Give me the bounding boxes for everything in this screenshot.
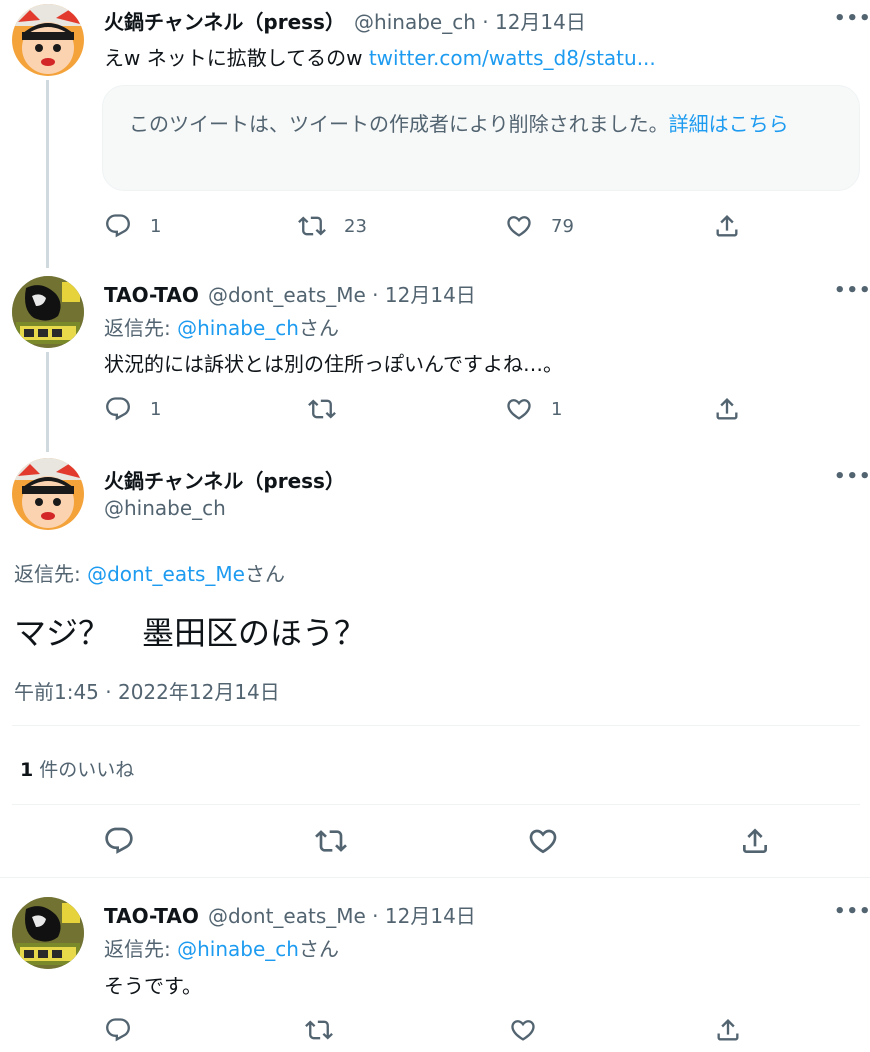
reply-prefix: 返信先:	[104, 937, 178, 961]
share-icon	[713, 395, 741, 423]
like-icon	[505, 212, 533, 240]
more-icon[interactable]: •••	[834, 466, 870, 487]
more-icon[interactable]: •••	[834, 901, 870, 922]
likes-label: 件のいいね	[39, 759, 135, 781]
reply-suffix: さん	[244, 562, 285, 586]
reply-button[interactable]	[103, 825, 135, 857]
reply-to-link[interactable]: @hinabe_ch	[177, 937, 299, 961]
like-icon	[527, 825, 559, 857]
user-handle[interactable]: @hinabe_ch	[104, 496, 226, 520]
quoted-tweet[interactable]: このツイートは、ツイートの作成者により削除されました。詳細はこちら	[102, 85, 860, 191]
reply-to: 返信先: @hinabe_chさん	[104, 312, 339, 341]
tweet-header: TAO-TAO @dont_eats_Me · 12月14日	[104, 279, 476, 308]
reply-button[interactable]: 1	[104, 395, 161, 423]
tweet-date[interactable]: 12月14日	[495, 10, 586, 34]
likes-summary[interactable]: 1 件のいいね	[20, 755, 134, 782]
divider	[0, 877, 870, 878]
tweet-timestamp[interactable]: 午前1:45 · 2022年12月14日	[14, 676, 280, 705]
more-icon[interactable]: •••	[834, 280, 870, 301]
like-icon	[509, 1016, 537, 1044]
more-icon[interactable]: •••	[834, 8, 870, 29]
reply-icon	[103, 825, 135, 857]
tweet-text: そうです。	[104, 974, 202, 998]
display-name[interactable]: 火鍋チャンネル（press）	[104, 465, 345, 494]
share-button[interactable]	[739, 825, 771, 857]
share-button[interactable]	[714, 1016, 742, 1044]
share-icon	[739, 825, 771, 857]
tweet-header: 火鍋チャンネル（press） @hinabe_ch · 12月14日	[104, 6, 586, 35]
likes-number: 1	[20, 759, 34, 781]
tweet-text: 状況的には訴状とは別の住所っぽいんですよね…。	[104, 352, 563, 376]
retweet-icon	[298, 212, 326, 240]
like-button[interactable]	[527, 825, 559, 857]
avatar-hinabe[interactable]	[12, 458, 84, 530]
retweet-icon	[315, 825, 347, 857]
retweet-count: 23	[344, 215, 367, 237]
tweet-link[interactable]: twitter.com/watts_d8/statu...	[369, 46, 656, 70]
like-button[interactable]: 79	[505, 212, 574, 240]
reply-prefix: 返信先:	[104, 316, 178, 340]
share-button[interactable]	[713, 212, 741, 240]
reply-to-link[interactable]: @hinabe_ch	[177, 316, 299, 340]
thread-line	[46, 80, 49, 268]
reply-suffix: さん	[298, 316, 339, 340]
tweet-date[interactable]: 12月14日	[385, 283, 476, 307]
share-icon	[714, 1016, 742, 1044]
reply-suffix: さん	[298, 937, 339, 961]
thread-line	[46, 352, 49, 452]
like-icon	[505, 395, 533, 423]
reply-to: 返信先: @dont_eats_Meさん	[14, 558, 285, 587]
like-button[interactable]	[509, 1016, 537, 1044]
reply-button[interactable]: 1	[104, 212, 161, 240]
tweet-date[interactable]: 12月14日	[385, 904, 476, 928]
separator: ·	[475, 10, 495, 34]
reply-to: 返信先: @hinabe_chさん	[104, 933, 339, 962]
retweet-icon	[305, 1016, 333, 1044]
tweet-body: えw ネットに拡散してるのw	[104, 46, 369, 70]
user-handle[interactable]: @dont_eats_Me	[208, 904, 366, 928]
retweet-button[interactable]	[315, 825, 347, 857]
retweet-button[interactable]	[305, 1016, 333, 1044]
user-handle[interactable]: @dont_eats_Me	[208, 283, 366, 307]
reply-count: 1	[150, 215, 162, 237]
like-count: 79	[551, 215, 574, 237]
reply-icon	[104, 1016, 132, 1044]
reply-to-link[interactable]: @dont_eats_Me	[87, 562, 245, 586]
quote-notice-text: このツイートは、ツイートの作成者により削除されました。	[129, 112, 669, 136]
separator: ·	[365, 283, 385, 307]
divider	[12, 725, 860, 726]
share-button[interactable]	[713, 395, 741, 423]
tweet-text: えw ネットに拡散してるのw twitter.com/watts_d8/stat…	[104, 42, 656, 71]
main-tweet-text: マジ？ 墨田区のほう？	[14, 614, 367, 652]
retweet-button[interactable]	[308, 395, 336, 423]
reply-icon	[104, 212, 132, 240]
reply-icon	[104, 395, 132, 423]
quote-notice: このツイートは、ツイートの作成者により削除されました。詳細はこちら	[129, 106, 839, 143]
separator: ·	[365, 904, 385, 928]
like-count: 1	[551, 398, 563, 420]
display-name[interactable]: TAO-TAO	[104, 283, 199, 307]
retweet-icon	[308, 395, 336, 423]
display-name[interactable]: TAO-TAO	[104, 904, 199, 928]
tweet-header: TAO-TAO @dont_eats_Me · 12月14日	[104, 900, 476, 929]
avatar-hinabe[interactable]	[12, 4, 84, 76]
avatar-dont-eats-me[interactable]	[12, 276, 84, 348]
avatar-dont-eats-me[interactable]	[12, 897, 84, 969]
like-button[interactable]: 1	[505, 395, 562, 423]
reply-count: 1	[150, 398, 162, 420]
reply-prefix: 返信先:	[14, 562, 88, 586]
reply-button[interactable]	[104, 1016, 132, 1044]
quote-details-link[interactable]: 詳細はこちら	[669, 112, 789, 136]
share-icon	[713, 212, 741, 240]
user-handle[interactable]: @hinabe_ch	[354, 10, 476, 34]
display-name[interactable]: 火鍋チャンネル（press）	[104, 10, 345, 34]
divider	[12, 804, 860, 805]
retweet-button[interactable]: 23	[298, 212, 367, 240]
